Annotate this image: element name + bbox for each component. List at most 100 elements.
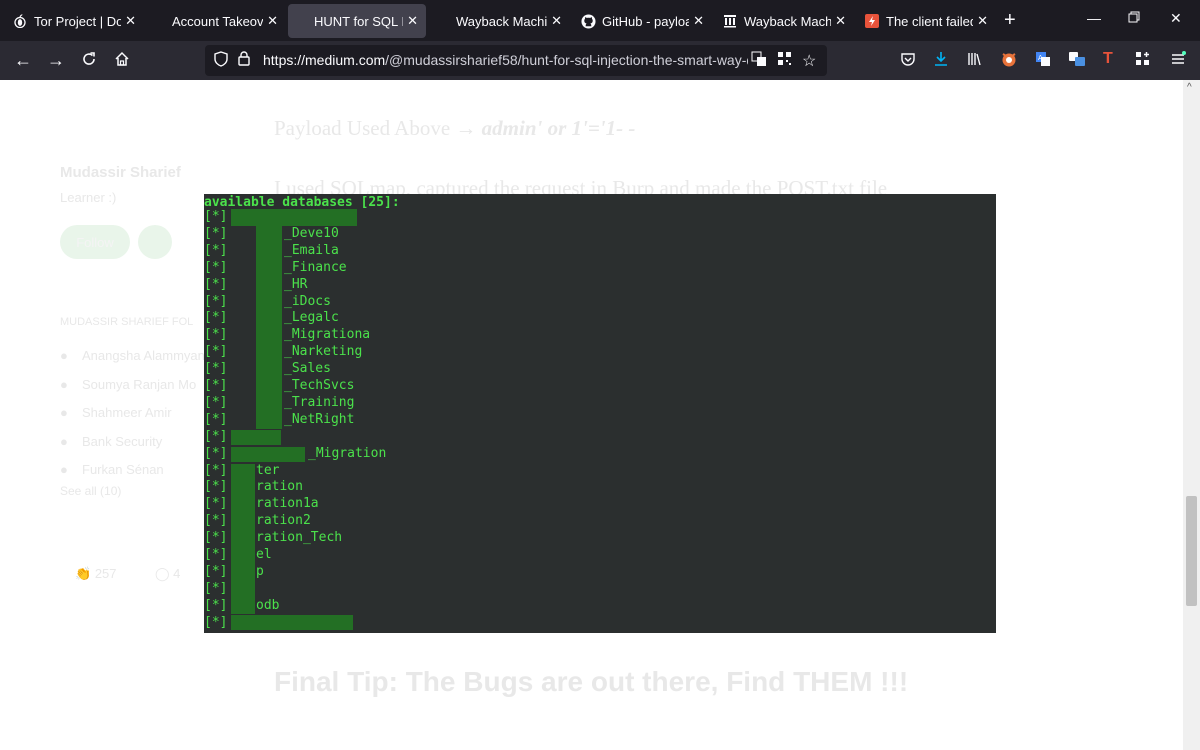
reload-icon[interactable]	[81, 51, 97, 70]
pocket-icon[interactable]	[900, 51, 916, 71]
navigation-toolbar: ← → https://medium.com/@mudassirsharief5…	[0, 41, 1200, 80]
payload-line: Payload Used Above → admin' or 1'='1- -	[274, 116, 635, 141]
tab-title: GitHub - payloadb	[602, 13, 690, 29]
line-prefix: [*]	[204, 496, 228, 511]
page-scrollbar[interactable]: ^	[1183, 80, 1200, 750]
download-icon[interactable]	[933, 51, 949, 71]
line-prefix: [*]	[204, 310, 228, 325]
line-prefix: [*]	[204, 294, 228, 309]
followed-list: ● Anangsha Alammyan ● Soumya Ranjan Mo ● Sh…	[60, 342, 205, 485]
database-name: el	[256, 547, 272, 562]
line-prefix: [*]	[204, 260, 228, 275]
followed-person[interactable]: ● Shahmeer Amir	[60, 399, 205, 428]
scroll-up-icon[interactable]: ^	[1187, 82, 1192, 93]
tab-title: The client failed n	[886, 13, 973, 29]
subscribe-email-button[interactable]	[138, 225, 172, 259]
redaction-block	[231, 464, 255, 614]
database-name: _iDocs	[284, 294, 331, 309]
database-entry: [*] _Training	[204, 394, 354, 411]
address-bar[interactable]: https://medium.com/@mudassirsharief58/hu…	[205, 45, 827, 76]
home-icon[interactable]	[114, 51, 130, 70]
tab-account-takeover[interactable]: Account Takeover ✕	[146, 4, 286, 38]
tab-title: Wayback Machine	[744, 13, 832, 29]
database-name: p	[256, 564, 264, 579]
minimize-icon[interactable]: —	[1087, 10, 1101, 26]
text-extension-icon[interactable]: T	[1103, 51, 1113, 67]
close-tab-icon[interactable]: ✕	[407, 13, 418, 29]
github-icon	[580, 13, 596, 29]
close-window-icon[interactable]: ✕	[1170, 10, 1182, 27]
database-name: _Training	[284, 395, 355, 410]
tab-github-payloads[interactable]: GitHub - payloadb ✕	[572, 4, 712, 38]
bookmark-star-icon[interactable]: ☆	[802, 51, 816, 71]
close-tab-icon[interactable]: ✕	[835, 13, 846, 29]
database-name: _Emaila	[284, 243, 339, 258]
line-prefix: [*]	[204, 547, 228, 562]
redaction-block	[256, 226, 282, 429]
line-prefix: [*]	[204, 378, 228, 393]
line-prefix: [*]	[204, 615, 228, 630]
followed-person[interactable]: ● Bank Security	[60, 428, 205, 457]
new-tab-button[interactable]: +	[1004, 9, 1016, 32]
forward-icon[interactable]: →	[47, 51, 65, 69]
author-name[interactable]: Mudassir Sharief	[60, 164, 181, 181]
database-name: _Migrationa	[284, 327, 371, 342]
tor-onion-icon	[12, 13, 28, 29]
database-name: _HR	[284, 277, 308, 292]
redaction-block	[231, 447, 305, 462]
avatar: ●	[60, 433, 68, 449]
back-icon[interactable]: ←	[14, 51, 32, 69]
payload-text: admin' or 1'='1- -	[481, 116, 636, 140]
tab-hunt-sql-injection[interactable]: HUNT for SQL Inje ✕	[288, 4, 426, 38]
tab-title: HUNT for SQL Inje	[314, 13, 403, 29]
followed-person[interactable]: ● Anangsha Alammyan	[60, 342, 205, 371]
follow-button[interactable]: Follow	[60, 225, 130, 259]
see-all-link[interactable]: See all (10)	[60, 484, 121, 498]
restore-icon[interactable]	[1128, 10, 1140, 26]
line-prefix: [*]	[204, 395, 228, 410]
database-entry: [*] ter	[204, 462, 279, 479]
close-tab-icon[interactable]: ✕	[551, 13, 562, 29]
menu-icon[interactable]	[1170, 51, 1186, 71]
database-entry: [*] ration_Tech	[204, 529, 342, 546]
database-name: _Deve10	[284, 226, 339, 241]
response-count[interactable]: ◯ 4	[155, 566, 180, 582]
line-prefix: [*]	[204, 361, 228, 376]
more-from-heading: MUDASSIR SHARIEF FOL	[60, 316, 194, 328]
library-icon[interactable]	[967, 51, 983, 71]
database-entry: [*] _Narketing	[204, 343, 362, 360]
database-entry: [*] p	[204, 563, 264, 580]
extension-fox-icon[interactable]	[1000, 51, 1018, 71]
close-tab-icon[interactable]: ✕	[267, 13, 278, 29]
avatar: ●	[60, 462, 68, 477]
database-entry: [*] _Deve10	[204, 225, 339, 242]
close-tab-icon[interactable]: ✕	[977, 13, 988, 29]
close-tab-icon[interactable]: ✕	[125, 13, 136, 29]
tab-client-failed[interactable]: The client failed n ✕	[856, 4, 996, 38]
avatar: ●	[60, 348, 68, 363]
database-entry: [*] _HR	[204, 276, 307, 293]
clap-count[interactable]: 👏 257	[75, 566, 117, 582]
followed-person[interactable]: ● Furkan Sénan	[60, 456, 205, 485]
language-tool-icon[interactable]	[1068, 51, 1086, 71]
shield-icon[interactable]	[214, 51, 228, 72]
extensions-grid-icon[interactable]	[1135, 51, 1151, 71]
scrollbar-thumb[interactable]	[1186, 496, 1197, 606]
close-tab-icon[interactable]: ✕	[693, 13, 704, 29]
database-name: _TechSvcs	[284, 378, 355, 393]
qr-code-icon[interactable]	[777, 51, 792, 71]
translate-icon[interactable]	[751, 51, 767, 72]
url-text[interactable]: https://medium.com/@mudassirsharief58/hu…	[263, 52, 748, 68]
tab-wayback-machine-2[interactable]: Wayback Machine ✕	[714, 4, 854, 38]
tab-strip: Tor Project | Down ✕ Account Takeover ✕ …	[0, 0, 1200, 41]
followed-person[interactable]: ● Soumya Ranjan Mo	[60, 371, 205, 400]
tab-wayback-machine[interactable]: Wayback Machine ✕	[430, 4, 570, 38]
database-name: ration_Tech	[256, 530, 343, 545]
tab-tor-project[interactable]: Tor Project | Down ✕	[4, 4, 144, 38]
database-entry: [*] _iDocs	[204, 293, 331, 310]
database-entry: [*] _Sales	[204, 360, 331, 377]
database-name: _Legalc	[284, 310, 339, 325]
avatar: ●	[60, 376, 68, 392]
translate-extension-icon[interactable]: A	[1035, 51, 1051, 71]
lock-icon[interactable]	[238, 51, 250, 71]
